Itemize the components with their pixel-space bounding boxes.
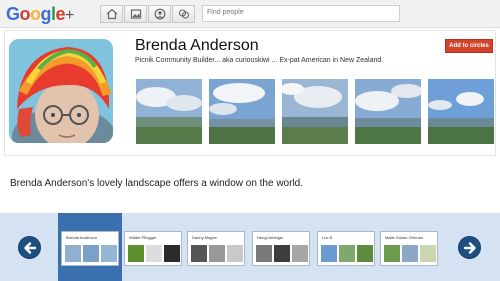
- photo-thumbnail[interactable]: [355, 79, 421, 144]
- photo-thumbnail[interactable]: [209, 79, 275, 144]
- post-caption: Brenda Anderson's lovely landscape offer…: [10, 178, 304, 189]
- profile-button[interactable]: [148, 5, 171, 23]
- avatar[interactable]: [9, 39, 113, 143]
- photos-icon: [130, 9, 141, 19]
- search-input[interactable]: Find people: [202, 5, 400, 22]
- filmstrip-item-name: Danny Magee: [192, 235, 217, 240]
- filmstrip-item-name: Malte Gullan Orhman: [385, 235, 424, 240]
- circles-button[interactable]: [172, 5, 195, 23]
- filmstrip-item-name: Walter Pflugger: [129, 235, 157, 240]
- top-bar: Google+ Find people: [0, 0, 500, 28]
- home-button[interactable]: [100, 5, 123, 23]
- photo-thumbnail[interactable]: [136, 79, 202, 144]
- photo-thumbnail[interactable]: [428, 79, 494, 144]
- next-button[interactable]: [458, 236, 481, 259]
- filmstrip-item[interactable]: Luc B: [317, 231, 375, 266]
- arrow-right-icon: [463, 241, 476, 254]
- profile-card: Brenda Anderson Picnik Community Builder…: [4, 30, 496, 156]
- filmstrip-item[interactable]: Walter Pflugger: [124, 231, 182, 266]
- home-icon: [106, 8, 117, 20]
- filmstrip-item[interactable]: Hengi Arbinger: [252, 231, 310, 266]
- filmstrip-item-name: Luc B: [322, 235, 333, 240]
- filmstrip-item[interactable]: Malte Gullan Orhman: [380, 231, 438, 266]
- photo-thumbnail[interactable]: [282, 79, 348, 144]
- previous-button[interactable]: [18, 236, 41, 259]
- filmstrip-item[interactable]: Brenda Anderson: [61, 231, 119, 266]
- arrow-left-icon: [23, 241, 36, 254]
- filmstrip-item[interactable]: Danny Magee: [187, 231, 245, 266]
- logo-plus: +: [65, 7, 74, 24]
- photos-button[interactable]: [124, 5, 147, 23]
- filmstrip: Brenda Anderson Walter Pflugger Danny Ma…: [0, 213, 500, 281]
- profile-name: Brenda Anderson: [135, 37, 259, 54]
- filmstrip-item-name: Hengi Arbinger: [257, 235, 284, 240]
- filmstrip-item-name: Brenda Anderson: [66, 235, 97, 240]
- profile-tagline: Picnik Community Builder... aka curiousk…: [135, 57, 384, 64]
- circles-icon: [178, 9, 189, 19]
- add-to-circles-button[interactable]: Add to circles: [445, 39, 493, 53]
- google-plus-logo[interactable]: Google+: [6, 4, 74, 26]
- profile-icon: [154, 8, 165, 20]
